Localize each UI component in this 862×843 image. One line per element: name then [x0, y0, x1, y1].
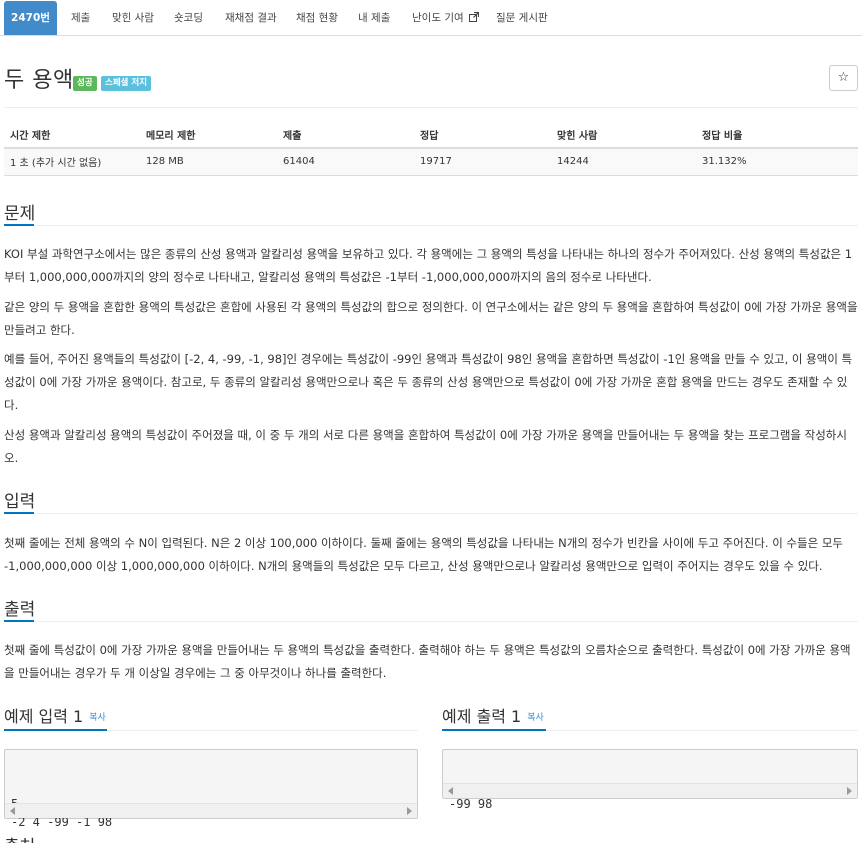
header-submissions: 제출 [277, 121, 414, 149]
divider [4, 513, 858, 514]
source-section-title: 출처 [4, 832, 35, 843]
section-underline [4, 729, 107, 731]
sample-output-title: 예제 출력 1 복사 [442, 703, 544, 727]
star-icon: ☆ [837, 70, 850, 85]
header-accept-ratio: 정답 비율 [696, 121, 858, 149]
problem-section-title: 문제 [4, 204, 36, 224]
favorite-star-button[interactable]: ☆ [829, 65, 858, 91]
problem-paragraph: 예를 들어, 주어진 용액들의 특성값이 [-2, 4, -99, -1, 98… [4, 352, 853, 412]
accepted-users-value: 14244 [551, 148, 696, 176]
input-description: 첫째 줄에는 전체 용액의 수 N이 입력된다. N은 2 이상 100,000… [4, 536, 843, 573]
tab-label: 내 제출 [358, 12, 391, 24]
divider [4, 621, 858, 622]
problem-title-row: 두 용액 성공 스페셜 저지 [4, 62, 152, 102]
tab-label: 맞힌 사람 [112, 12, 154, 24]
tab-question-board[interactable]: 질문 게시판 [496, 1, 548, 35]
tab-label: 질문 게시판 [496, 12, 548, 24]
divider [4, 225, 858, 226]
problem-tabs: 2470번 제출 맞힌 사람 숏코딩 재채점 결과 채점 현황 내 제출 난이도… [0, 0, 862, 36]
tab-short-coding[interactable]: 숏코딩 [174, 1, 203, 35]
external-link-icon [468, 12, 479, 22]
output-description: 첫째 줄에 특성값이 0에 가장 가까운 용액을 만들어내는 두 용액의 특성값… [4, 643, 851, 680]
tab-label: 숏코딩 [174, 12, 203, 24]
output-section-title: 출력 [4, 600, 36, 620]
page-title: 두 용액 [4, 68, 74, 93]
table-header-row: 시간 제한 메모리 제한 제출 정답 맞힌 사람 정답 비율 [4, 121, 858, 149]
tab-rejudge-results[interactable]: 재채점 결과 [225, 1, 277, 35]
accept-ratio-value: 31.132% [696, 148, 858, 176]
problem-paragraph: 같은 양의 두 용액을 혼합한 용액의 특성값은 혼합에 사용된 각 용액의 특… [4, 300, 858, 337]
header-accepted-users: 맞힌 사람 [551, 121, 696, 149]
tab-label: 채점 현황 [296, 12, 338, 24]
scroll-right-icon[interactable] [407, 807, 412, 815]
memory-limit-value: 128 MB [140, 148, 277, 176]
tab-judge-status[interactable]: 채점 현황 [296, 1, 338, 35]
horizontal-scrollbar[interactable] [443, 783, 857, 798]
problem-info-table: 시간 제한 메모리 제한 제출 정답 맞힌 사람 정답 비율 1 초 (추가 시… [4, 121, 858, 176]
submissions-value: 61404 [277, 148, 414, 176]
sample-input-label: 예제 입력 1 [4, 707, 84, 726]
tab-submit[interactable]: 제출 [71, 1, 90, 35]
accepted-value: 19717 [414, 148, 551, 176]
time-limit-value: 1 초 (추가 시간 없음) [4, 148, 140, 176]
header-memory-limit: 메모리 제한 [140, 121, 277, 149]
scroll-left-icon[interactable] [10, 807, 15, 815]
header-accepted: 정답 [414, 121, 551, 149]
problem-paragraph: KOI 부설 과학연구소에서는 많은 종류의 산성 용액과 알칼리성 용액을 보… [4, 247, 853, 284]
scroll-left-icon[interactable] [448, 787, 453, 795]
tab-label: 제출 [71, 12, 91, 24]
section-underline [442, 729, 546, 731]
header-time-limit: 시간 제한 [4, 121, 140, 149]
success-badge: 성공 [73, 76, 97, 91]
horizontal-scrollbar[interactable] [5, 803, 417, 818]
section-underline [4, 224, 34, 226]
tab-difficulty-contribution[interactable]: 난이도 기여 [412, 1, 479, 35]
tab-accepted-users[interactable]: 맞힌 사람 [112, 1, 154, 35]
input-section-title: 입력 [4, 492, 36, 512]
sample-input-title: 예제 입력 1 복사 [4, 703, 106, 727]
tab-label: 난이도 기여 [412, 12, 464, 24]
sample-input-block[interactable]: 5 -2 4 -99 -1 98 [4, 749, 418, 829]
special-judge-badge: 스페셜 저지 [101, 76, 152, 91]
copy-sample-input-button[interactable]: 복사 [89, 713, 106, 723]
scroll-right-icon[interactable] [847, 787, 852, 795]
tab-my-submissions[interactable]: 내 제출 [358, 1, 390, 35]
sample-output-label: 예제 출력 1 [442, 707, 522, 726]
tab-problem[interactable]: 2470번 [4, 1, 57, 35]
divider [4, 107, 858, 108]
problem-paragraph: 산성 용액과 알칼리성 용액의 특성값이 주어졌을 때, 이 중 두 개의 서로… [4, 428, 847, 465]
copy-sample-output-button[interactable]: 복사 [527, 713, 544, 723]
sample-output-block[interactable]: -99 98 [442, 749, 858, 811]
tab-label: 2470번 [11, 12, 50, 24]
table-row: 1 초 (추가 시간 없음) 128 MB 61404 19717 14244 … [4, 148, 858, 176]
section-underline [4, 512, 34, 514]
section-underline [4, 620, 34, 622]
tab-label: 재채점 결과 [225, 12, 277, 24]
